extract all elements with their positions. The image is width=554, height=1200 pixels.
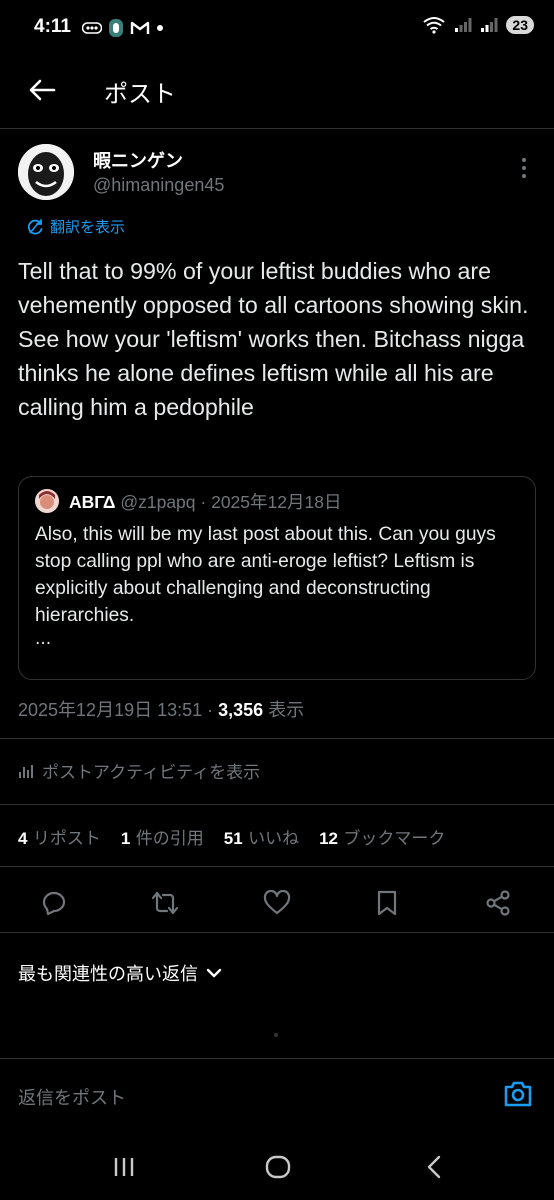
heart-icon xyxy=(263,890,291,915)
status-left-icons xyxy=(82,18,164,38)
translate-label: 翻訳を表示 xyxy=(50,218,126,236)
loading-dot xyxy=(274,1033,278,1037)
author-handle[interactable]: @himaningen45 xyxy=(93,175,224,196)
status-time: 4:11 xyxy=(34,16,71,37)
stat-label: ブックマーク xyxy=(343,829,446,849)
activity-label: ポストアクティビティを表示 xyxy=(42,763,261,783)
home-button[interactable] xyxy=(258,1150,298,1184)
quoted-post[interactable]: ΑΒΓΔ @z1papq · 2025年12月18日 Also, this wi… xyxy=(18,476,536,680)
translate-link[interactable]: 翻訳を表示 xyxy=(26,216,125,237)
post-datetime: 2025年12月19日 13:51 xyxy=(18,700,203,720)
stat-count: 12 xyxy=(319,829,338,848)
bookmark-button[interactable] xyxy=(372,888,402,918)
quote-ellipsis: ... xyxy=(35,629,52,649)
repost-icon xyxy=(151,891,179,915)
system-back-button[interactable] xyxy=(414,1150,454,1184)
quote-avatar-image xyxy=(35,489,59,513)
more-options-button[interactable] xyxy=(516,156,532,180)
reply-input[interactable]: 返信をポスト xyxy=(18,1084,126,1110)
top-header: ポスト xyxy=(0,58,554,128)
more-vertical-icon xyxy=(522,158,526,178)
camera-button[interactable] xyxy=(502,1078,534,1110)
action-bar xyxy=(0,880,554,924)
stat-likes[interactable]: 51 いいね xyxy=(224,824,299,849)
timestamp-divider xyxy=(0,738,554,739)
post-activity-link[interactable]: ポストアクティビティを表示 xyxy=(18,758,260,783)
quote-text: Also, this will be my last post about th… xyxy=(35,524,496,626)
quote-separator: · xyxy=(195,492,212,512)
signal-icon xyxy=(455,18,472,32)
reply-icon xyxy=(42,891,66,916)
translate-icon xyxy=(27,218,43,234)
quote-header: ΑΒΓΔ @z1papq · 2025年12月18日 xyxy=(69,489,341,514)
quote-author-handle: @z1papq xyxy=(120,492,196,512)
dot-icon xyxy=(157,25,163,31)
stat-quotes[interactable]: 1 件の引用 xyxy=(121,824,204,849)
chevron-down-icon xyxy=(206,968,222,978)
actions-divider xyxy=(0,932,554,933)
quote-author-name: ΑΒΓΔ xyxy=(69,492,116,512)
view-count: 3,356 xyxy=(218,700,264,720)
header-divider xyxy=(0,128,554,129)
author-name[interactable]: 暇ニンゲン xyxy=(93,147,183,173)
engagement-stats: 4 リポスト 1 件の引用 51 いいね 12 ブックマーク xyxy=(18,824,445,849)
stat-bookmarks[interactable]: 12 ブックマーク xyxy=(319,824,445,849)
reply-sort-dropdown[interactable]: 最も関連性の高い返信 xyxy=(18,960,222,986)
analytics-icon xyxy=(19,764,33,778)
share-button[interactable] xyxy=(483,888,513,918)
share-icon xyxy=(486,890,510,916)
recents-icon xyxy=(114,1158,134,1176)
ooo-icon xyxy=(82,22,102,34)
recent-apps-button[interactable] xyxy=(104,1150,144,1184)
avatar-image xyxy=(18,144,74,200)
repost-button[interactable] xyxy=(150,888,180,918)
stats-divider xyxy=(0,866,554,867)
camera-icon xyxy=(504,1081,532,1107)
signal-icon xyxy=(481,18,498,32)
view-label: 表示 xyxy=(263,700,305,720)
chevron-left-icon xyxy=(427,1155,441,1179)
sort-label: 最も関連性の高い返信 xyxy=(18,964,198,985)
quote-avatar xyxy=(35,489,59,513)
reply-button[interactable] xyxy=(40,888,70,918)
battery-indicator: 23 xyxy=(506,16,534,34)
stat-count: 4 xyxy=(18,829,28,848)
system-nav-bar xyxy=(0,1132,554,1200)
stat-count: 51 xyxy=(223,829,243,848)
post-timestamp: 2025年12月19日 13:51 · 3,356 表示 xyxy=(18,696,304,722)
status-right: 23 xyxy=(422,16,534,34)
stat-reposts[interactable]: 4 リポスト xyxy=(18,824,101,849)
stat-count: 1 xyxy=(120,829,131,848)
stat-label: リポスト xyxy=(32,829,101,849)
back-button[interactable] xyxy=(24,72,60,108)
wifi-icon xyxy=(423,17,446,34)
gmail-icon xyxy=(130,21,150,34)
reply-composer[interactable]: 返信をポスト xyxy=(0,1060,554,1132)
timestamp-separator: · xyxy=(202,700,219,720)
stat-label: いいね xyxy=(248,829,300,849)
activity-divider xyxy=(0,804,554,805)
page-title: ポスト xyxy=(104,80,176,108)
stat-label: 件の引用 xyxy=(135,829,204,849)
quote-date: 2025年12月18日 xyxy=(211,492,342,512)
shield-app-icon xyxy=(109,19,123,37)
home-circle-icon xyxy=(265,1155,291,1179)
arrow-left-icon xyxy=(29,79,56,101)
reply-divider xyxy=(0,1058,554,1059)
like-button[interactable] xyxy=(262,888,292,918)
bookmark-icon xyxy=(377,890,397,916)
author-avatar[interactable] xyxy=(18,144,74,200)
post-text: Tell that to 99% of your leftist buddies… xyxy=(18,258,529,420)
status-bar: 4:11 23 xyxy=(0,0,554,58)
